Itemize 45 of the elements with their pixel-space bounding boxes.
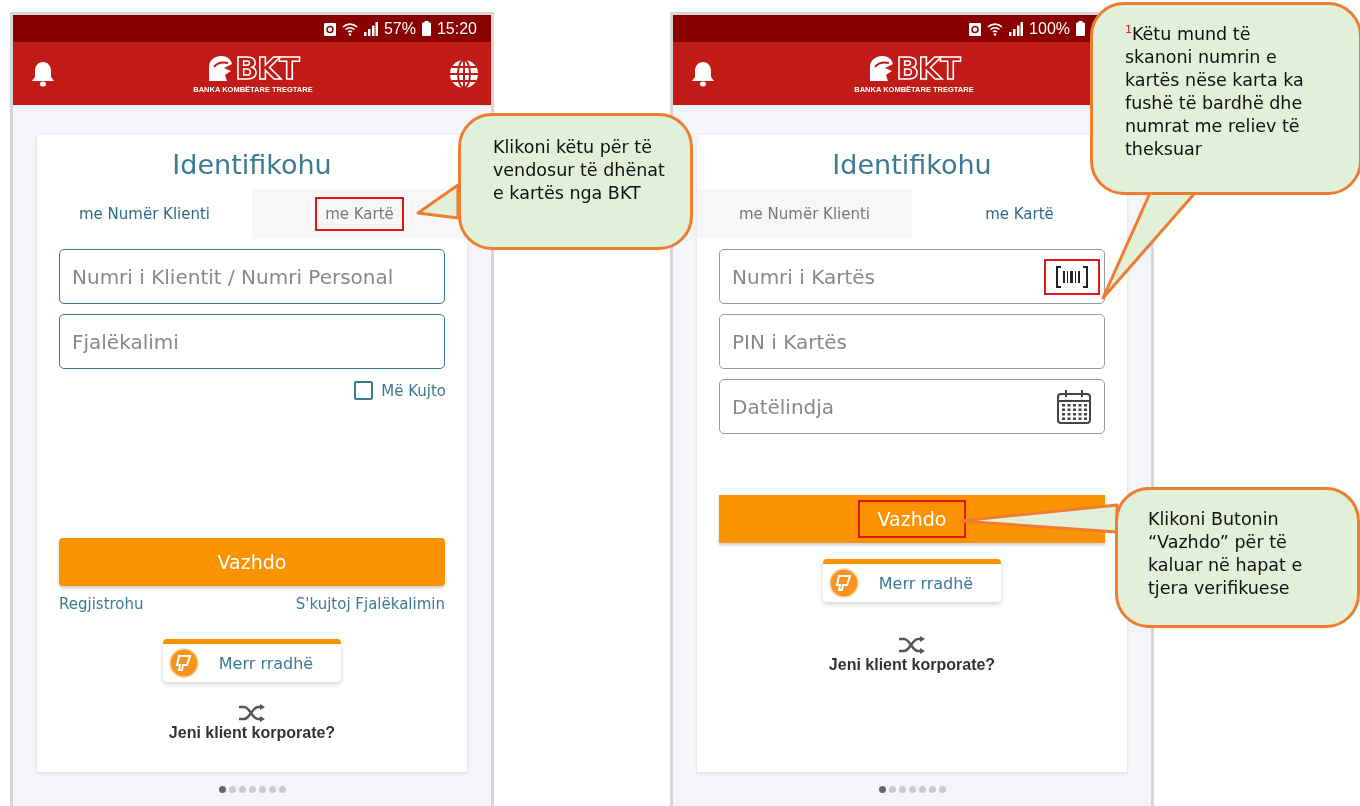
shuffle-icon[interactable] [238, 704, 266, 722]
continue-button[interactable]: Vazhdo [59, 538, 445, 586]
text-link[interactable]: S'kujtoj Fjalëkalimin [295, 595, 445, 613]
input-field[interactable]: Numri i Klientit / Numri Personal [59, 249, 445, 304]
bell-icon[interactable] [689, 60, 717, 87]
logo-wordmark: BKT [235, 53, 299, 84]
logo-wordmark: BKT [896, 53, 960, 84]
calendar-icon[interactable] [1056, 388, 1092, 425]
callout-note: $^{1}$Këtu mund të skanoni numrin e kartës nëse karta ka fushë të bardhë dhe numrat me reliev të theksuar [1090, 2, 1360, 195]
remember-label: Më Kujto [381, 381, 446, 400]
input-field[interactable]: Datëlindja [719, 379, 1105, 434]
corporate-client-link[interactable]: Jeni klient korporate? [168, 724, 336, 742]
kiosk-icon [828, 568, 859, 598]
login-title: Identifikohu [172, 148, 332, 182]
input-field[interactable]: Fjalëkalimi [59, 314, 445, 369]
globe-icon[interactable] [449, 58, 479, 89]
callout-pointer [416, 183, 460, 220]
callout-note: Klikoni Butonin “Vazhdo” për të kaluar në hapat e tjera verifikuese [1115, 487, 1360, 628]
bell-icon[interactable] [29, 60, 57, 87]
battery-saver-icon [323, 21, 336, 36]
shuffle-icon[interactable] [898, 636, 926, 654]
wifi-icon [341, 21, 358, 36]
clock-time: 15:20 [436, 19, 477, 38]
queue-ticket-button[interactable]: Merr rradhë [822, 559, 1002, 602]
login-title: Identifikohu [832, 148, 992, 182]
battery-percentage: 100% [1029, 19, 1070, 38]
input-field[interactable]: PIN i Kartës [719, 314, 1105, 369]
battery-percentage: 57% [383, 19, 416, 38]
remember-checkbox[interactable] [354, 381, 374, 400]
helmet-logo-icon [207, 54, 234, 83]
barcode-scan-icon[interactable] [1056, 264, 1088, 289]
signal-icon [363, 21, 378, 36]
kiosk-icon [168, 648, 199, 678]
input-field[interactable]: Numri i Kartës [719, 249, 1105, 304]
text-link[interactable]: Regjistrohu [59, 595, 144, 613]
queue-ticket-button[interactable]: Merr rradhë [162, 639, 342, 682]
battery-saver-icon [969, 21, 982, 36]
corporate-client-link[interactable]: Jeni klient korporate? [828, 656, 996, 674]
wifi-icon [987, 21, 1004, 36]
callout-note: Klikoni këtu për të vendosur të dhënat e kartës nga BKT [458, 113, 693, 250]
login-method-tab[interactable]: me Numër Klienti [697, 189, 912, 239]
battery-icon [421, 21, 431, 36]
helmet-logo-icon [868, 54, 895, 83]
battery-icon [1076, 21, 1085, 36]
signal-icon [1009, 21, 1024, 36]
